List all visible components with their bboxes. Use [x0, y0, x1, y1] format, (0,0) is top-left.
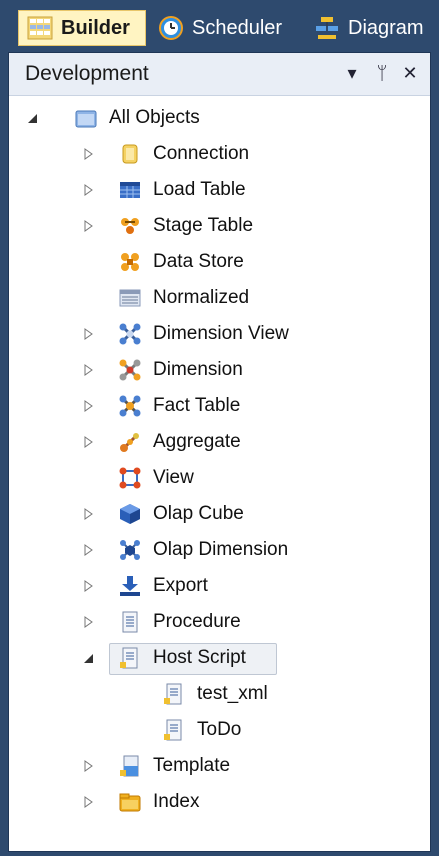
tree-item-label: Stage Table: [153, 215, 254, 236]
tree-item-label: ToDo: [197, 719, 242, 740]
fact-table-icon: [119, 395, 141, 417]
tab-diagram[interactable]: Diagram: [306, 10, 424, 46]
tree-item-label: All Objects: [109, 107, 200, 128]
view-icon: [119, 467, 141, 489]
tree-item-olap-cube[interactable]: Olap Cube: [9, 497, 430, 531]
tree-item-label: Connection: [153, 143, 250, 164]
tree-item-procedure[interactable]: Procedure: [9, 605, 430, 639]
tree-item-data-store[interactable]: Data Store: [9, 245, 430, 279]
collapsed-arrow-icon[interactable]: [81, 327, 95, 341]
diagram-icon: [316, 17, 338, 39]
tree-item-normalized[interactable]: Normalized: [9, 281, 430, 315]
tree-item-label: Dimension View: [153, 323, 289, 344]
load-table-icon: [120, 182, 140, 198]
tree-item-todo[interactable]: ToDo: [9, 713, 430, 747]
panel-header: Development ▾ ᛘ ✕: [9, 53, 430, 96]
olap-dimension-icon: [120, 540, 140, 560]
tree-item-connection[interactable]: Connection: [9, 137, 430, 171]
collapsed-arrow-icon[interactable]: [81, 219, 95, 233]
pin-icon[interactable]: ᛘ: [371, 61, 393, 85]
clock-icon: [159, 16, 183, 40]
procedure-icon: [122, 611, 138, 633]
dimension-icon: [119, 359, 141, 381]
tree-item-label: Normalized: [153, 287, 250, 308]
tree-item-label: Load Table: [153, 179, 246, 200]
tab-scheduler-label: Scheduler: [192, 16, 283, 39]
tree-item-label: Procedure: [153, 611, 241, 632]
tree-item-label: test_xml: [197, 683, 268, 704]
aggregate-icon: [120, 433, 139, 452]
dimension-view-icon: [119, 323, 141, 345]
tree-item-olap-dimension[interactable]: Olap Dimension: [9, 533, 430, 567]
tree-item-label: Fact Table: [153, 395, 241, 416]
folder-icon: [75, 110, 97, 128]
window-frame: Builder Scheduler Diagram Development ▾ …: [0, 0, 439, 856]
tree-item-view[interactable]: View: [9, 461, 430, 495]
collapsed-arrow-icon[interactable]: [81, 363, 95, 377]
expanded-arrow-icon[interactable]: [81, 651, 95, 665]
tree-item-dimension-view[interactable]: Dimension View: [9, 317, 430, 351]
tree-item-load-table[interactable]: Load Table: [9, 173, 430, 207]
connection-icon: [122, 144, 138, 164]
collapsed-arrow-icon[interactable]: [81, 183, 95, 197]
tab-strip: Builder Scheduler Diagram: [0, 0, 439, 48]
expanded-arrow-icon[interactable]: [25, 111, 39, 125]
tab-scheduler[interactable]: Scheduler: [150, 10, 282, 46]
collapsed-arrow-icon[interactable]: [81, 543, 95, 557]
host-script-icon: [120, 647, 138, 669]
tree-item-stage-table[interactable]: Stage Table: [9, 209, 430, 243]
tree-item-label: View: [153, 467, 194, 488]
tab-builder-label: Builder: [61, 16, 130, 39]
export-icon: [120, 576, 140, 596]
tree-item-index[interactable]: Index: [9, 785, 430, 819]
stage-table-icon: [121, 218, 139, 234]
template-icon: [120, 755, 139, 777]
grid-icon: [27, 16, 53, 40]
development-panel: Development ▾ ᛘ ✕ All Objects Connection…: [8, 52, 431, 852]
tab-diagram-label: Diagram: [348, 16, 424, 39]
collapsed-arrow-icon[interactable]: [81, 507, 95, 521]
olap-cube-icon: [120, 504, 140, 524]
tree-item-export[interactable]: Export: [9, 569, 430, 603]
tree-item-label: Export: [153, 575, 208, 596]
panel-title: Development: [25, 62, 149, 85]
tree-item-label: Olap Dimension: [153, 539, 289, 560]
tree-item-aggregate[interactable]: Aggregate: [9, 425, 430, 459]
tree-item-dimension[interactable]: Dimension: [9, 353, 430, 387]
collapsed-arrow-icon[interactable]: [81, 759, 95, 773]
script-file-icon: [164, 719, 182, 741]
tab-builder[interactable]: Builder: [18, 10, 146, 46]
collapsed-arrow-icon[interactable]: [81, 615, 95, 629]
tree-item-test-xml[interactable]: test_xml: [9, 677, 430, 711]
index-icon: [119, 793, 141, 812]
tree-item-label: Aggregate: [153, 431, 241, 452]
tree-root-all-objects[interactable]: All Objects: [9, 101, 430, 135]
dropdown-icon[interactable]: ▾: [341, 61, 363, 85]
tree-item-label: Host Script: [153, 647, 246, 668]
tree-item-label: Dimension: [153, 359, 243, 380]
tree-item-template[interactable]: Template: [9, 749, 430, 783]
collapsed-arrow-icon[interactable]: [81, 795, 95, 809]
tree-item-host-script[interactable]: Host Script: [9, 641, 430, 675]
tree-item-label: Index: [153, 791, 200, 812]
tree-item-label: Data Store: [153, 251, 244, 272]
collapsed-arrow-icon[interactable]: [81, 399, 95, 413]
tree-item-label: Olap Cube: [153, 503, 244, 524]
normalized-icon: [119, 289, 141, 307]
collapsed-arrow-icon[interactable]: [81, 579, 95, 593]
close-icon[interactable]: ✕: [399, 61, 421, 85]
collapsed-arrow-icon[interactable]: [81, 435, 95, 449]
script-file-icon: [164, 683, 182, 705]
data-store-icon: [121, 253, 139, 271]
tree-item-fact-table[interactable]: Fact Table: [9, 389, 430, 423]
tree-item-label: Template: [153, 755, 231, 776]
collapsed-arrow-icon[interactable]: [81, 147, 95, 161]
